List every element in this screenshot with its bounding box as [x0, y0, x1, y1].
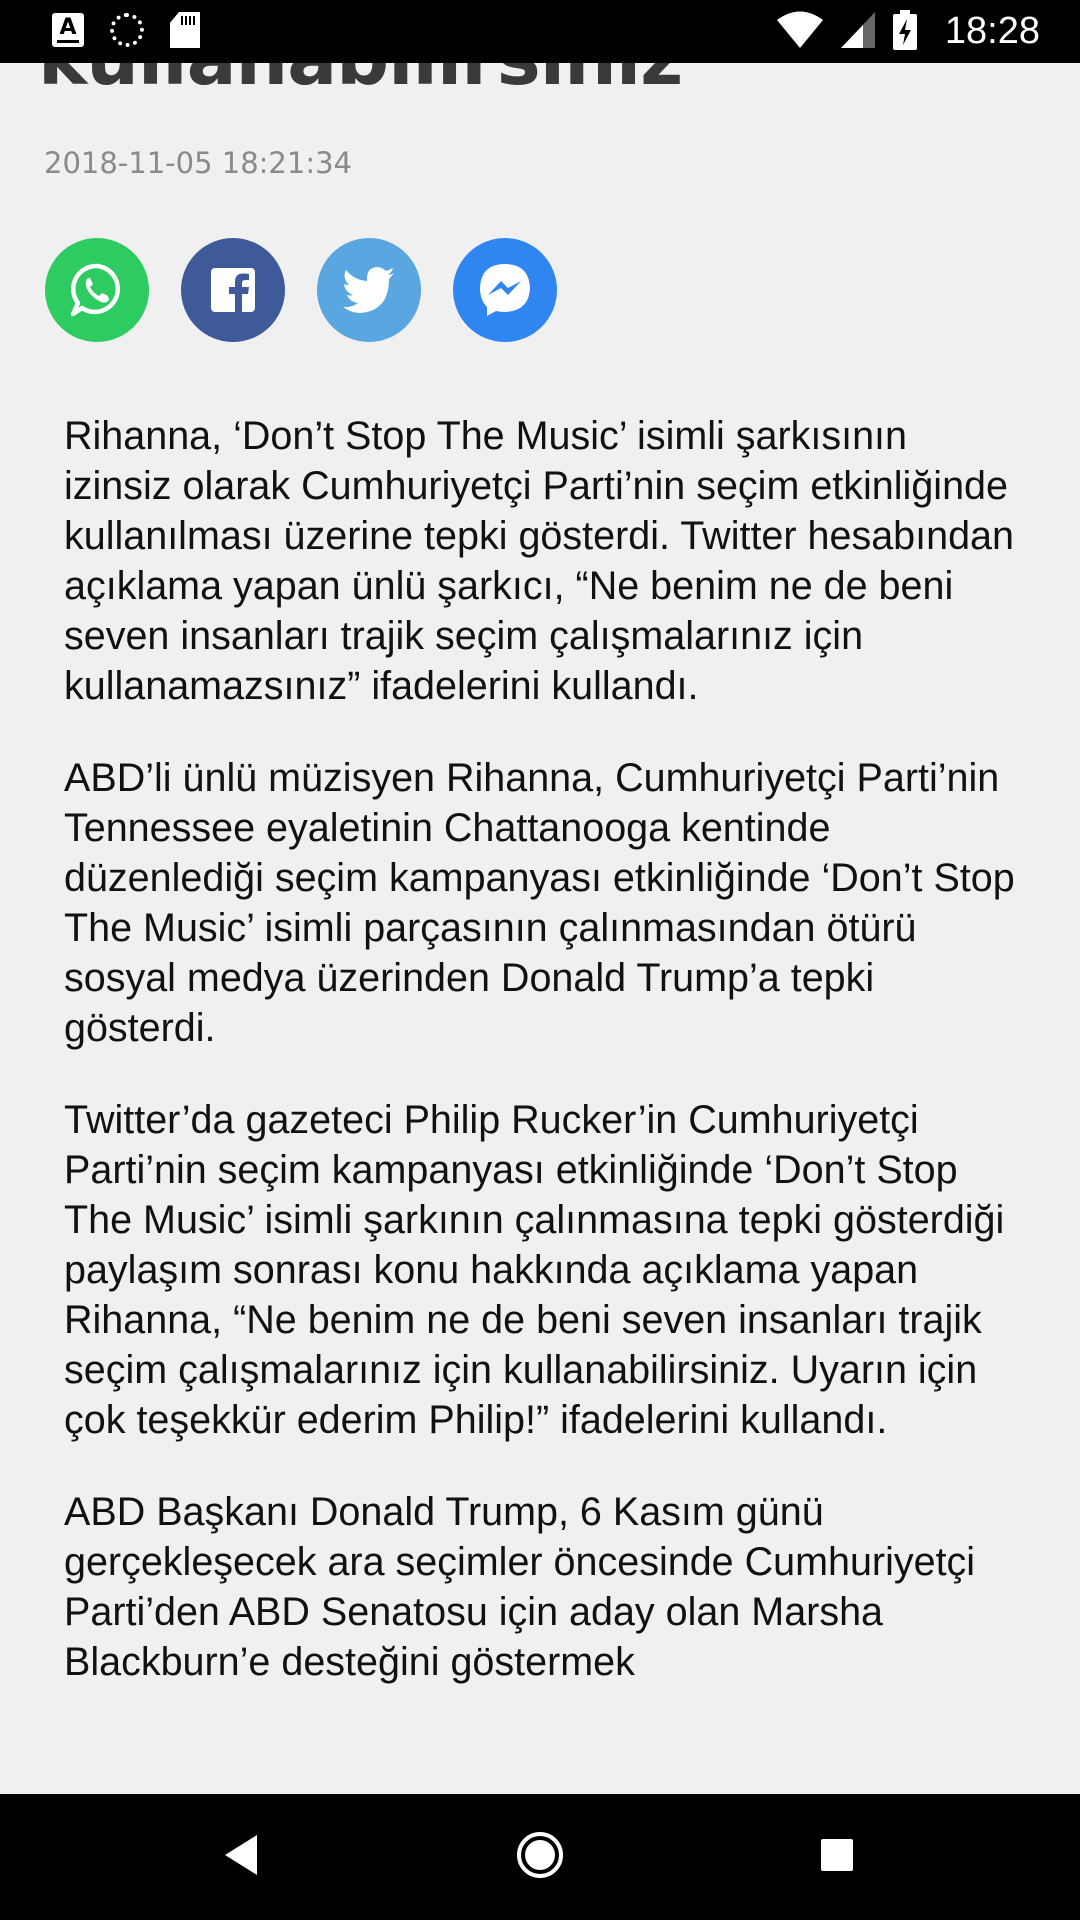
status-system: 18:28 — [776, 0, 1040, 63]
battery-charging-icon — [892, 9, 917, 54]
navigation-bar — [0, 1794, 1080, 1920]
twitter-icon — [342, 267, 396, 313]
cell-signal-icon — [840, 11, 875, 52]
font-a-icon: A — [52, 13, 84, 47]
home-icon — [516, 1831, 564, 1883]
article-content[interactable]: kullanabilirsiniz 2018-11-05 18:21:34 — [0, 0, 1080, 1794]
back-button[interactable] — [208, 1824, 274, 1890]
recent-apps-button[interactable] — [804, 1824, 870, 1890]
article-paragraph: ABD’li ünlü müzisyen Rihanna, Cumhuriyet… — [64, 756, 1015, 1050]
status-time: 18:28 — [944, 10, 1040, 52]
sd-card-icon — [170, 12, 200, 48]
back-icon — [221, 1833, 261, 1881]
share-facebook-button[interactable] — [181, 238, 285, 342]
article-paragraph: Rihanna, ‘Don’t Stop The Music’ isimli ş… — [64, 414, 1014, 708]
share-messenger-button[interactable] — [453, 238, 557, 342]
loading-spinner-icon — [110, 13, 144, 47]
article-body: Rihanna, ‘Don’t Stop The Music’ isimli ş… — [64, 411, 1024, 1729]
whatsapp-icon — [68, 261, 126, 319]
article-paragraph: Twitter’da gazeteci Philip Rucker’in Cum… — [64, 1098, 1005, 1442]
wifi-icon — [776, 11, 823, 53]
status-notifications: A — [52, 12, 200, 48]
messenger-icon — [475, 260, 535, 320]
article-paragraph: ABD Başkanı Donald Trump, 6 Kasım günü g… — [64, 1490, 976, 1684]
recent-apps-icon — [820, 1838, 854, 1876]
status-bar: A 18:28 — [0, 0, 1080, 63]
home-button[interactable] — [507, 1824, 573, 1890]
facebook-icon — [209, 266, 257, 314]
article-timestamp: 2018-11-05 18:21:34 — [44, 146, 352, 180]
share-whatsapp-button[interactable] — [45, 238, 149, 342]
share-twitter-button[interactable] — [317, 238, 421, 342]
screen: A 18:28 k — [0, 0, 1080, 1920]
share-buttons — [45, 238, 557, 342]
